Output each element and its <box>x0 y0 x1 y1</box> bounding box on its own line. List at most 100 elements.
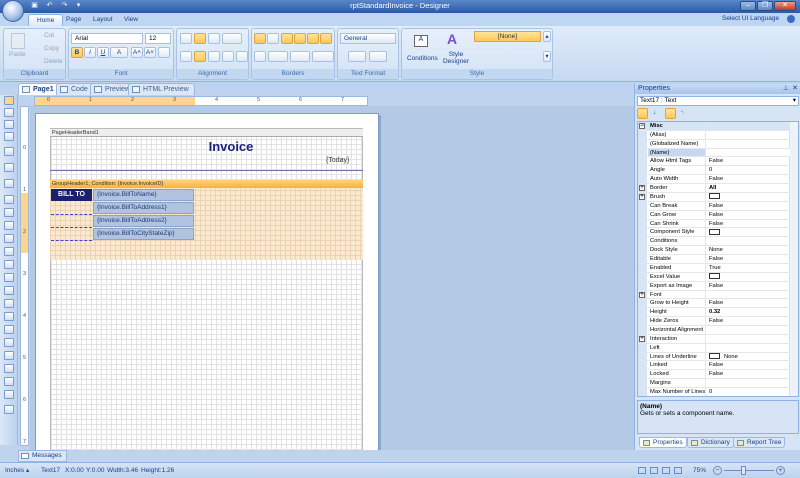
underline-button[interactable]: U <box>97 47 109 58</box>
color-swatch[interactable] <box>709 273 720 280</box>
invoice-title[interactable]: Invoice <box>161 139 301 155</box>
tab-properties[interactable]: Properties <box>639 437 687 448</box>
cut-button[interactable]: Cut <box>44 32 54 39</box>
property-value[interactable]: False <box>707 255 723 263</box>
redo-icon[interactable]: ↷ <box>60 2 69 10</box>
property-value[interactable] <box>707 193 724 201</box>
align-left-icon[interactable] <box>180 51 192 62</box>
justify-icon[interactable] <box>222 51 234 62</box>
style-scroll-up[interactable]: ▴ <box>543 31 551 42</box>
save-icon[interactable]: ▣ <box>30 2 39 10</box>
property-value[interactable]: False <box>707 175 723 183</box>
color-swatch[interactable] <box>709 193 720 200</box>
bill-to-address1-field[interactable]: {Invoice.BillToAddress1} <box>93 202 194 214</box>
property-row[interactable]: Conditions <box>638 237 790 247</box>
property-row[interactable]: Left <box>638 343 790 353</box>
select-ui-language[interactable]: Select UI Language <box>722 15 779 22</box>
delete-button[interactable]: Delete <box>44 58 63 65</box>
rotate-icon[interactable] <box>222 33 242 44</box>
units-selector[interactable]: Inches ▴ <box>5 463 29 478</box>
zoom-slider-thumb[interactable] <box>741 466 747 475</box>
format-painter-icon[interactable] <box>4 132 14 141</box>
property-row[interactable]: Auto Width False <box>638 175 790 185</box>
shrink-font-button[interactable]: A˅ <box>144 47 156 58</box>
tools-icon[interactable] <box>4 405 14 414</box>
property-row[interactable]: Component Style <box>638 228 790 238</box>
property-row[interactable]: Editable False <box>638 255 790 264</box>
table-icon[interactable] <box>4 286 14 295</box>
italic-button[interactable]: I <box>84 47 96 58</box>
zoom-slider[interactable] <box>724 470 774 471</box>
property-row[interactable]: Enabled True <box>638 263 790 273</box>
property-row[interactable]: Hide Zeros False <box>638 317 790 326</box>
property-value[interactable]: False <box>707 157 723 165</box>
property-row[interactable]: (Alias) <box>638 130 790 140</box>
property-value[interactable]: None <box>707 353 738 361</box>
style-designer-button[interactable]: Style Designer <box>442 51 470 65</box>
property-value[interactable]: 0.32 <box>707 308 720 316</box>
border-none-icon[interactable] <box>267 33 279 44</box>
events-icon[interactable]: ϟ <box>677 108 688 119</box>
bill-to-label[interactable]: BILL TO <box>51 189 92 201</box>
font-family-select[interactable]: Arial <box>71 33 143 44</box>
page-width-icon[interactable] <box>650 467 658 474</box>
font-color-button[interactable]: A <box>110 47 128 58</box>
zoom-in-button[interactable]: + <box>776 466 785 475</box>
border-color-icon[interactable] <box>290 51 310 62</box>
property-value[interactable]: False <box>707 317 723 325</box>
align-middle-icon[interactable] <box>194 33 206 44</box>
bill-to-city-state-zip-field[interactable]: {Invoice.BillToCityStateZip} <box>93 228 194 240</box>
chart-icon[interactable] <box>4 390 14 399</box>
container-icon[interactable] <box>4 260 14 269</box>
expand-icon[interactable]: + <box>639 335 645 342</box>
property-value[interactable]: All <box>707 184 716 192</box>
expand-icon[interactable]: − <box>639 123 645 129</box>
word-wrap-icon[interactable] <box>236 51 248 62</box>
bill-to-name-field[interactable]: {Invoice.BillToName} <box>93 189 194 201</box>
property-row[interactable]: + Border All <box>638 184 790 193</box>
style-current[interactable]: [None] <box>474 31 541 42</box>
property-value[interactable]: None <box>707 246 723 254</box>
chart-tool-icon[interactable] <box>4 299 14 308</box>
tab-report-tree[interactable]: Report Tree <box>733 437 786 448</box>
text-format-select[interactable]: General <box>340 33 396 44</box>
style-scroll-down[interactable]: ▾ <box>543 51 551 62</box>
property-value[interactable]: False <box>707 211 723 219</box>
property-row[interactable]: Export as Image False <box>638 281 790 291</box>
property-value[interactable]: False <box>707 202 723 210</box>
align-right-icon[interactable] <box>208 51 220 62</box>
text-component-icon[interactable] <box>4 195 14 204</box>
property-pages-icon[interactable] <box>692 108 703 119</box>
property-value[interactable]: False <box>707 370 723 378</box>
property-row[interactable]: Can Grow False <box>638 210 790 220</box>
property-value[interactable]: True <box>707 264 721 272</box>
align-bottom-icon[interactable] <box>208 33 220 44</box>
property-row[interactable]: Excel Value <box>638 272 790 282</box>
restore-button[interactable]: ❐ <box>757 1 773 11</box>
fit-page-icon[interactable] <box>638 467 646 474</box>
property-value[interactable] <box>707 273 724 281</box>
border-all-icon[interactable] <box>254 33 266 44</box>
grow-font-button[interactable]: A˄ <box>131 47 143 58</box>
conditions-button[interactable]: Conditions <box>407 55 438 62</box>
page-header-band[interactable]: PageHeaderBand1 <box>50 129 363 137</box>
property-value[interactable]: False <box>707 299 723 307</box>
rounded-rectangle-icon[interactable] <box>4 377 14 386</box>
rectangle-icon[interactable] <box>4 364 14 373</box>
group-header-band[interactable]: GroupHeader1; Condition: {Invoice.Invoic… <box>50 180 363 188</box>
clear-format-icon[interactable] <box>158 47 170 58</box>
fill-color-icon[interactable] <box>268 51 288 62</box>
shape-icon[interactable] <box>4 325 14 334</box>
color-swatch[interactable] <box>709 228 720 235</box>
property-row[interactable]: Lines of Underline None <box>638 352 790 362</box>
component-selector[interactable]: Text17 : Text ▾ <box>637 96 799 106</box>
align-top-icon[interactable] <box>180 33 192 44</box>
format-icon[interactable] <box>348 51 366 62</box>
shadow-icon[interactable] <box>254 51 266 62</box>
properties-view-icon[interactable] <box>665 108 676 119</box>
property-value[interactable]: False <box>707 282 723 290</box>
property-row[interactable]: Can Break False <box>638 201 790 211</box>
property-scrollbar[interactable] <box>789 122 798 396</box>
border-bottom-icon[interactable] <box>307 33 319 44</box>
today-field[interactable]: {Today} <box>326 157 349 164</box>
